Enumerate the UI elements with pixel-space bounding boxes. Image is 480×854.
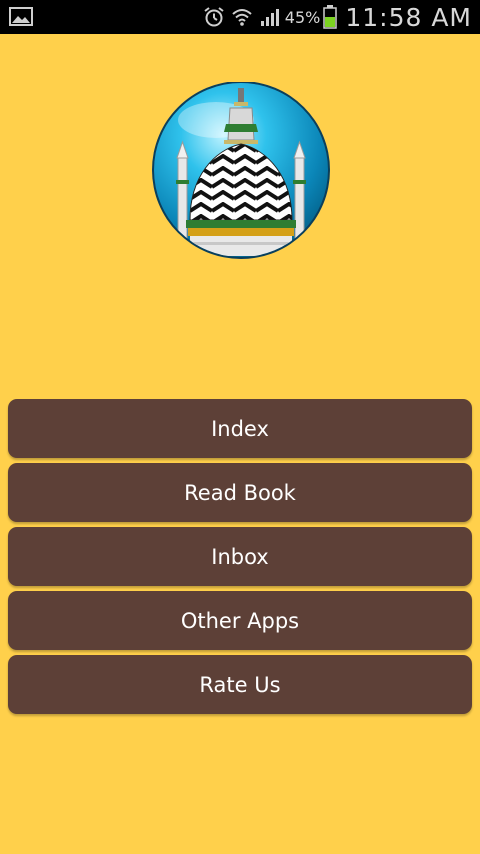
gallery-icon	[9, 7, 33, 26]
wifi-icon	[232, 9, 252, 26]
read-book-button[interactable]: Read Book	[8, 463, 472, 522]
other-apps-button[interactable]: Other Apps	[8, 591, 472, 650]
alarm-icon	[204, 7, 224, 27]
inbox-button[interactable]: Inbox	[8, 527, 472, 586]
signal-icon	[260, 9, 279, 26]
index-button[interactable]: Index	[8, 399, 472, 458]
status-bar: 45% 11:58 AM	[0, 0, 480, 34]
main-menu: Index Read Book Inbox Other Apps Rate Us	[8, 399, 472, 719]
clock: 11:58 AM	[345, 2, 472, 32]
mosque-dome-logo	[152, 82, 330, 259]
status-icons: 45% 11:58 AM	[203, 0, 472, 34]
battery-icon	[323, 5, 338, 29]
battery-percent: 45%	[284, 7, 321, 27]
rate-us-button[interactable]: Rate Us	[8, 655, 472, 714]
